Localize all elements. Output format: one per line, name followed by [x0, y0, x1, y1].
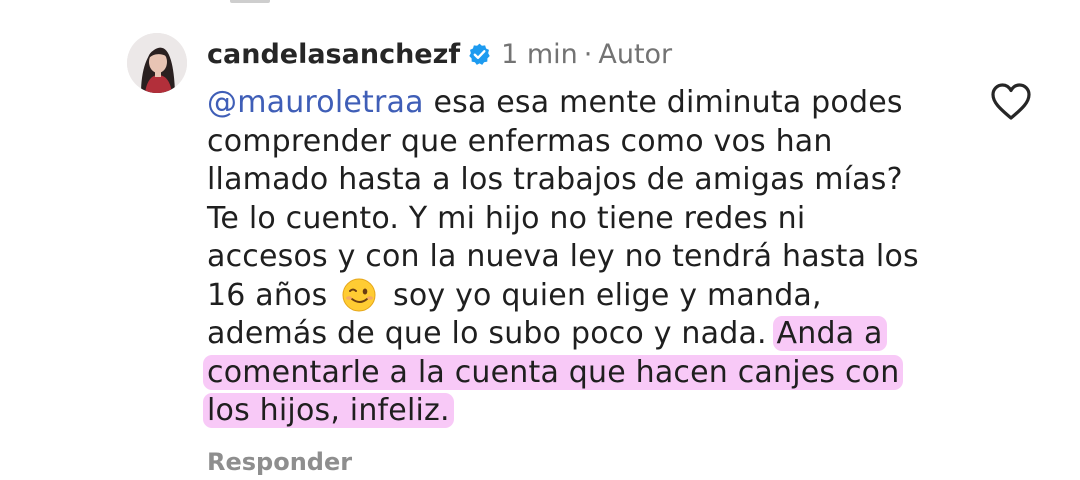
reply-button[interactable]: Responder	[207, 448, 352, 476]
highlighted-text: los hijos, infeliz.	[203, 393, 454, 428]
comment-line: Te lo cuento. Y mi hijo no tiene redes n…	[207, 200, 806, 236]
meta-separator: ·	[583, 38, 593, 70]
comment-screen: candelasanchezf 1 min · Autor @mauroletr…	[0, 0, 1080, 480]
like-button[interactable]	[989, 82, 1033, 122]
winking-face-emoji-icon	[339, 278, 379, 312]
author-badge: Autor	[598, 38, 673, 70]
avatar[interactable]	[127, 33, 187, 93]
comment-line: comprender que enfermas como vos han	[207, 123, 833, 159]
mention-link[interactable]: @mauroletraa	[207, 85, 424, 120]
comment-line: comentarle a la cuenta que hacen canjes …	[203, 354, 947, 393]
comment-line: 16 años soy yo quien elige y manda,	[207, 277, 947, 316]
comment-line: además de que lo subo poco y nada. Anda …	[207, 315, 947, 354]
verified-badge-icon	[467, 42, 492, 67]
comment-text: @mauroletraa esa esa mente diminuta pode…	[203, 84, 947, 431]
comment-line: los hijos, infeliz.	[203, 392, 947, 431]
highlighted-text: Anda a	[772, 316, 887, 351]
comment-text-segment: además de que lo subo poco y nada.	[207, 316, 777, 351]
comment: candelasanchezf 1 min · Autor @mauroletr…	[203, 32, 967, 431]
comment-text-segment: 16 años	[207, 277, 328, 313]
avatar-photo	[127, 33, 187, 93]
comment-line: @mauroletraa esa esa mente diminuta pode…	[207, 84, 947, 123]
comment-text-segment: soy yo quien elige y manda,	[393, 277, 822, 313]
previous-item-edge	[230, 0, 270, 3]
username[interactable]: candelasanchezf	[207, 39, 460, 70]
comment-time: 1 min	[501, 38, 578, 70]
heart-outline-icon	[991, 83, 1031, 120]
comment-meta: candelasanchezf 1 min · Autor	[207, 32, 967, 76]
highlighted-text: comentarle a la cuenta que hacen canjes …	[203, 354, 904, 390]
comment-text-segment: esa esa mente diminuta podes	[423, 85, 903, 120]
comment-line: accesos y con la nueva ley no tendrá has…	[207, 239, 919, 274]
comment-line: llamado hasta a los trabajos de amigas m…	[207, 162, 903, 197]
